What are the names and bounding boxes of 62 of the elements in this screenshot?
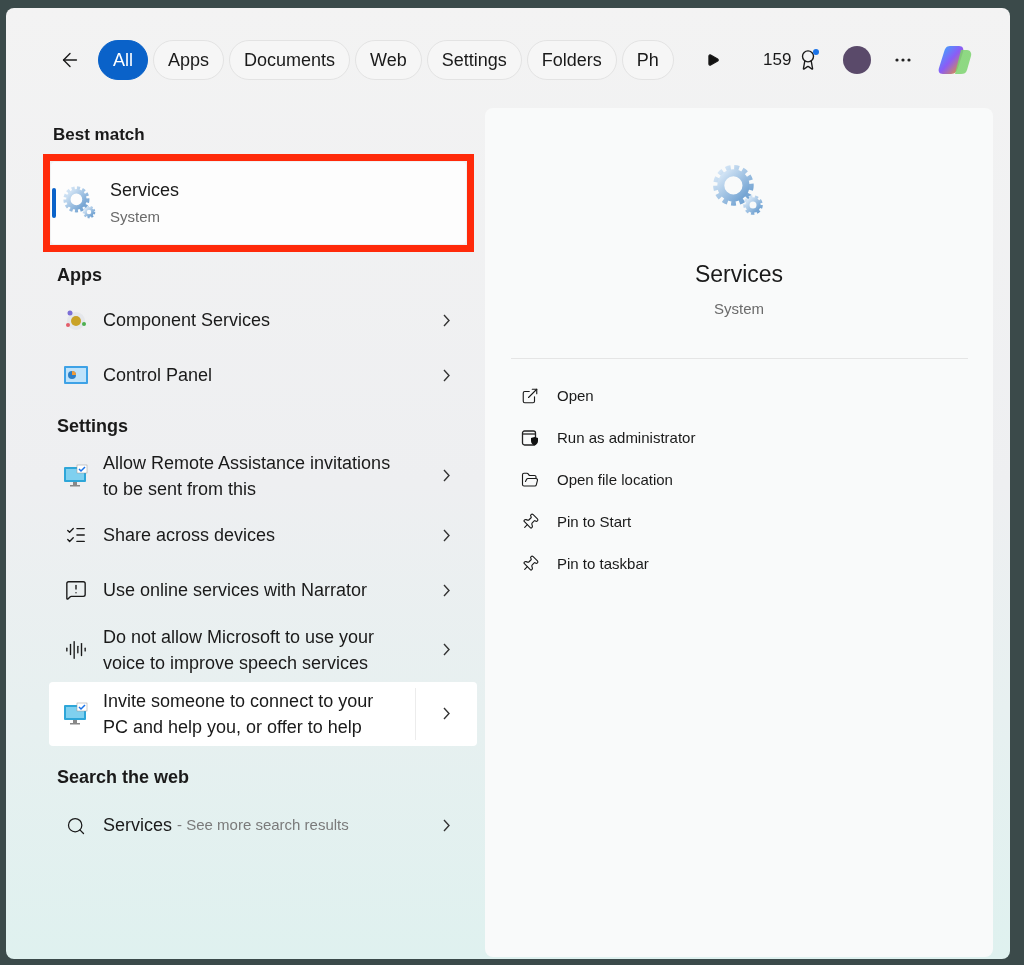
- play-icon: [706, 53, 720, 67]
- voice-icon: [65, 638, 87, 661]
- result-label: Do not allow Microsoft to use your voice to improve speech services: [103, 625, 376, 675]
- chevron-right-icon: [442, 469, 450, 482]
- details-title: Services: [694, 260, 784, 289]
- chevron-right-icon: [442, 368, 450, 382]
- result-label: Invite someone to connect to your PC and help you, or offer to help: [103, 689, 375, 739]
- more-icon: [895, 58, 912, 62]
- section-heading: Settings: [57, 414, 129, 438]
- monitor-check-icon: [63, 463, 89, 488]
- points-count: 159: [763, 49, 792, 72]
- action-item[interactable]: Pin to taskbar: [521, 543, 993, 585]
- control-panel-icon: [63, 363, 89, 387]
- action-item[interactable]: Pin to Start: [521, 501, 993, 543]
- chevron-right-icon: [442, 313, 450, 327]
- avatar[interactable]: [843, 46, 872, 74]
- folder-icon: [521, 471, 539, 489]
- filter-tab[interactable]: Apps: [153, 40, 225, 80]
- result-item[interactable]: Control Panel: [49, 347, 477, 403]
- result-title: Services: [110, 178, 180, 202]
- result-label: Allow Remote Assistance invitations to be sent from this: [103, 451, 392, 501]
- action-item[interactable]: Open: [521, 375, 993, 417]
- narrator-icon: [65, 579, 87, 601]
- filter-tab[interactable]: Ph: [621, 40, 674, 80]
- section-heading: Search the web: [57, 765, 191, 789]
- gears-icon: [62, 184, 98, 221]
- action-item[interactable]: Open file location: [521, 459, 993, 501]
- filter-tab[interactable]: Folders: [526, 40, 617, 80]
- chevron-right-icon: [442, 643, 450, 656]
- chevron-right-icon: [442, 583, 450, 597]
- filter-tab[interactable]: Settings: [426, 40, 522, 80]
- result-label: Use online services with Narrator: [103, 579, 369, 602]
- more-button[interactable]: [895, 58, 912, 62]
- result-label: Component Services: [103, 309, 272, 332]
- result-item[interactable]: Allow Remote Assistance invitations to be sent from this: [49, 443, 477, 508]
- filter-tab[interactable]: Documents: [229, 40, 351, 80]
- result-item[interactable]: Use online services with Narrator: [49, 562, 477, 618]
- web-search-item[interactable]: Services - See more search results: [49, 800, 477, 851]
- result-item[interactable]: Do not allow Microsoft to use your voice to improve speech services: [49, 617, 477, 682]
- filter-tab[interactable]: Web: [355, 40, 422, 80]
- result-item[interactable]: Component Services: [49, 292, 477, 348]
- result-label: Control Panel: [103, 364, 214, 387]
- action-item[interactable]: Run as administrator: [521, 417, 993, 459]
- result-subtitle: System: [110, 206, 161, 227]
- web-hint: - See more search results: [177, 815, 350, 836]
- filter-tab[interactable]: All: [98, 40, 148, 80]
- search-icon: [66, 815, 86, 836]
- open-external-icon: [521, 387, 539, 405]
- result-label: Share across devices: [103, 524, 277, 547]
- component-icon: [64, 308, 88, 332]
- web-query: Services: [103, 814, 173, 837]
- section-heading: Best match: [53, 124, 146, 146]
- window-shield-icon: [521, 429, 539, 447]
- best-match-item[interactable]: Services System: [51, 161, 466, 244]
- chevron-right-icon: [443, 707, 450, 720]
- details-subtitle: System: [714, 298, 764, 319]
- result-item[interactable]: Invite someone to connect to your PC and help you, or offer to help: [49, 681, 477, 746]
- result-item[interactable]: Share across devices: [49, 507, 477, 563]
- monitor-check-icon: [63, 701, 89, 726]
- chevron-right-icon: [442, 819, 450, 832]
- chevron-right-icon: [442, 528, 450, 542]
- section-heading: Apps: [57, 263, 103, 287]
